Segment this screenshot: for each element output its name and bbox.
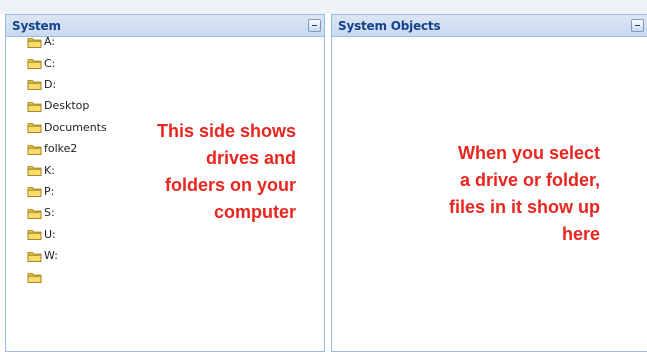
folder-icon	[27, 59, 42, 69]
folder-tree: A: C: D: Desktop Documents folke2 K: P: …	[27, 31, 107, 288]
folder-icon	[27, 37, 42, 48]
right-panel-annotation: When you select a drive or folder, files…	[340, 140, 600, 248]
system-objects-panel-title: System Objects	[338, 19, 441, 33]
tree-item-k[interactable]: K:	[27, 159, 107, 180]
annotation-line: computer	[213, 202, 296, 222]
tree-item-label: W:	[44, 249, 58, 263]
annotation-line: files in it show up	[448, 197, 600, 217]
system-objects-panel-header[interactable]: System Objects	[332, 15, 647, 37]
tree-item-label: Desktop	[44, 99, 90, 113]
folder-icon	[27, 123, 42, 134]
tree-item-label: K:	[44, 163, 55, 177]
collapse-icon[interactable]	[631, 19, 644, 32]
tree-item-label: U:	[44, 227, 56, 241]
folder-icon	[27, 273, 42, 283]
tree-item-label: folke2	[44, 142, 78, 156]
folder-icon	[27, 187, 42, 198]
folder-icon	[27, 80, 42, 91]
folder-icon	[27, 101, 42, 112]
tree-item-p[interactable]: P:	[27, 181, 107, 202]
annotation-line: folders on your	[164, 175, 296, 195]
tree-item-documents[interactable]: Documents	[27, 117, 107, 138]
folder-icon	[27, 208, 42, 219]
left-panel-annotation: This side shows drives and folders on yo…	[120, 118, 296, 226]
folder-icon	[27, 166, 42, 176]
tree-item-partial[interactable]	[27, 266, 107, 287]
annotation-line: When you select	[457, 143, 600, 163]
tree-item-folke2[interactable]: folke2	[27, 138, 107, 159]
top-strip	[0, 0, 647, 14]
tree-item-w[interactable]: W:	[27, 245, 107, 266]
collapse-icon[interactable]	[308, 19, 321, 32]
annotation-line: here	[561, 224, 600, 244]
tree-item-label: Documents	[44, 120, 107, 134]
tree-item-d[interactable]: D:	[27, 74, 107, 95]
folder-icon	[27, 144, 42, 155]
tree-item-c[interactable]: C:	[27, 52, 107, 73]
folder-icon	[27, 251, 42, 262]
annotation-line: a drive or folder,	[459, 170, 600, 190]
annotation-line: drives and	[205, 148, 296, 168]
tree-item-u[interactable]: U:	[27, 224, 107, 245]
tree-item-label: D:	[44, 77, 57, 91]
annotation-line: This side shows	[156, 121, 296, 141]
tree-item-label: S:	[44, 206, 55, 220]
tree-item-desktop[interactable]: Desktop	[27, 95, 107, 116]
tree-item-label: P:	[44, 184, 55, 198]
tree-item-label: C:	[44, 56, 56, 70]
tree-item-s[interactable]: S:	[27, 202, 107, 223]
tree-item-label: A:	[44, 35, 56, 49]
tree-item-a[interactable]: A:	[27, 31, 107, 52]
folder-icon	[27, 230, 42, 241]
